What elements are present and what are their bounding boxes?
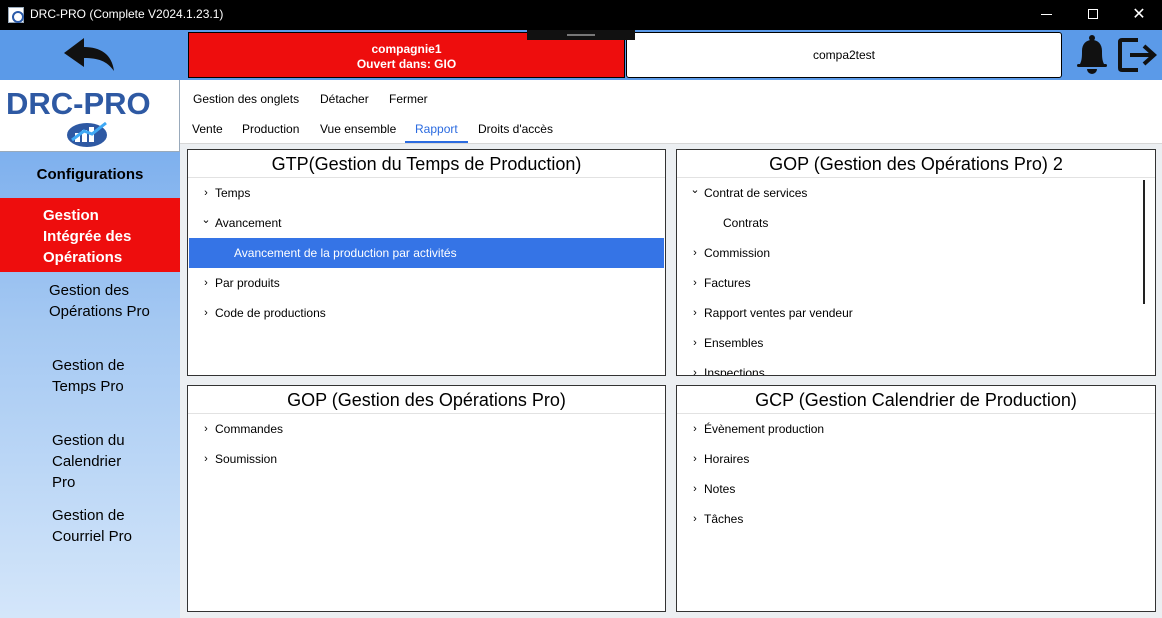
company-tab-name: compagnie1: [371, 42, 442, 56]
tree-item-contrat-services[interactable]: ⌄ Contrat de services: [677, 178, 1155, 208]
panel-title: GOP (Gestion des Opérations Pro) 2: [677, 150, 1155, 178]
panel-gop: GOP (Gestion des Opérations Pro) › Comma…: [187, 385, 666, 612]
tree-item-notes[interactable]: › Notes: [677, 474, 1155, 504]
tree-item-code-productions[interactable]: › Code de productions: [188, 298, 665, 328]
logout-button[interactable]: [1116, 32, 1160, 78]
chevron-right-icon: ›: [693, 337, 697, 349]
company-tab-subtitle: Ouvert dans: GIO: [356, 57, 457, 71]
tree-item-evenement-production[interactable]: › Évènement production: [677, 414, 1155, 444]
panel-title: GOP (Gestion des Opérations Pro): [188, 386, 665, 414]
chevron-down-icon: ⌄: [201, 214, 211, 226]
top-bar: compagnie1 Ouvert dans: GIO compa2test: [0, 30, 1162, 80]
tree-item-inspections[interactable]: › Inspections: [677, 358, 1155, 376]
notifications-button[interactable]: [1072, 32, 1112, 78]
chevron-right-icon: ›: [693, 453, 697, 465]
sidebar: DRC-PRO Configurations Gestion Intégrée …: [0, 80, 180, 618]
tree-item-taches[interactable]: › Tâches: [677, 504, 1155, 534]
panel-gtp: GTP(Gestion du Temps de Production) › Te…: [187, 149, 666, 376]
panel-gcp: GCP (Gestion Calendrier de Production) ›…: [676, 385, 1156, 612]
chevron-right-icon: ›: [204, 423, 208, 435]
chevron-right-icon: ›: [693, 307, 697, 319]
close-window-button[interactable]: ✕: [1116, 0, 1162, 30]
minimize-button[interactable]: [1024, 0, 1070, 30]
back-button[interactable]: [60, 36, 120, 74]
tab-rapport[interactable]: Rapport: [405, 122, 468, 143]
sidebar-item-gestion-courriel[interactable]: Gestion de Courriel Pro: [52, 505, 142, 547]
app-icon: [8, 7, 24, 23]
logout-icon: [1118, 38, 1157, 72]
sidebar-item-gestion-operations[interactable]: Gestion des Opérations Pro: [49, 280, 179, 322]
chevron-right-icon: ›: [693, 483, 697, 495]
sidebar-item-gestion-integree[interactable]: Gestion Intégrée des Opérations: [0, 198, 180, 272]
maximize-button[interactable]: [1070, 0, 1116, 30]
vertical-scrollbar[interactable]: [1143, 180, 1145, 304]
tab-production[interactable]: Production: [242, 122, 299, 142]
chevron-right-icon: ›: [693, 513, 697, 525]
tree-item-factures[interactable]: › Factures: [677, 268, 1155, 298]
sidebar-item-gestion-temps[interactable]: Gestion de Temps Pro: [52, 355, 142, 397]
chevron-right-icon: ›: [693, 277, 697, 289]
chevron-right-icon: ›: [204, 453, 208, 465]
tree-item-par-produits[interactable]: › Par produits: [188, 268, 665, 298]
window-title: DRC-PRO (Complete V2024.1.23.1): [30, 7, 224, 21]
detach-button[interactable]: Détacher: [320, 92, 369, 106]
chevron-right-icon: ›: [693, 423, 697, 435]
manage-tabs-button[interactable]: Gestion des onglets: [193, 92, 299, 106]
tree-item-ensembles[interactable]: › Ensembles: [677, 328, 1155, 358]
maximize-icon: [1088, 9, 1098, 19]
chevron-right-icon: ›: [693, 367, 697, 376]
logo-text: DRC-PRO: [6, 86, 151, 121]
chevron-down-icon: ⌄: [690, 184, 700, 196]
tab-menu-bar: Gestion des onglets Détacher Fermer Vent…: [180, 80, 1162, 144]
tab-drag-handle[interactable]: [527, 30, 635, 40]
tab-droits-acces[interactable]: Droits d'accès: [478, 122, 553, 142]
chevron-right-icon: ›: [204, 277, 208, 289]
tree-item-horaires[interactable]: › Horaires: [677, 444, 1155, 474]
tree-item-commission[interactable]: › Commission: [677, 238, 1155, 268]
close-button[interactable]: Fermer: [389, 92, 428, 106]
tab-vente[interactable]: Vente: [192, 122, 223, 142]
chevron-right-icon: ›: [204, 307, 208, 319]
tree-item-commandes[interactable]: › Commandes: [188, 414, 665, 444]
tree-item-temps[interactable]: › Temps: [188, 178, 665, 208]
panel-gop-2: GOP (Gestion des Opérations Pro) 2 ⌄ Con…: [676, 149, 1156, 376]
tree-item-avancement-activites[interactable]: Avancement de la production par activité…: [189, 238, 664, 268]
bell-icon: [1077, 35, 1107, 74]
report-workspace: GTP(Gestion du Temps de Production) › Te…: [180, 144, 1162, 618]
tree-item-soumission[interactable]: › Soumission: [188, 444, 665, 474]
sidebar-item-gestion-calendrier[interactable]: Gestion du Calendrier Pro: [52, 430, 142, 493]
tree-item-avancement[interactable]: ⌄ Avancement: [188, 208, 665, 238]
chevron-right-icon: ›: [693, 247, 697, 259]
tab-vue-ensemble[interactable]: Vue ensemble: [320, 122, 396, 142]
drc-pro-logo: DRC-PRO: [0, 80, 180, 152]
panel-title: GCP (Gestion Calendrier de Production): [677, 386, 1155, 414]
sidebar-section-title: Configurations: [36, 166, 144, 183]
chevron-right-icon: ›: [204, 187, 208, 199]
window-title-bar: DRC-PRO (Complete V2024.1.23.1) ✕: [0, 0, 1162, 30]
company-tab-compa2test[interactable]: compa2test: [626, 32, 1062, 78]
panel-title: GTP(Gestion du Temps de Production): [188, 150, 665, 178]
minimize-icon: [1041, 14, 1052, 15]
back-arrow-icon: [64, 38, 114, 71]
tree-item-contrats[interactable]: Contrats: [677, 208, 1155, 238]
tree-item-rapport-ventes[interactable]: › Rapport ventes par vendeur: [677, 298, 1155, 328]
logo-chart-icon: [67, 121, 107, 147]
